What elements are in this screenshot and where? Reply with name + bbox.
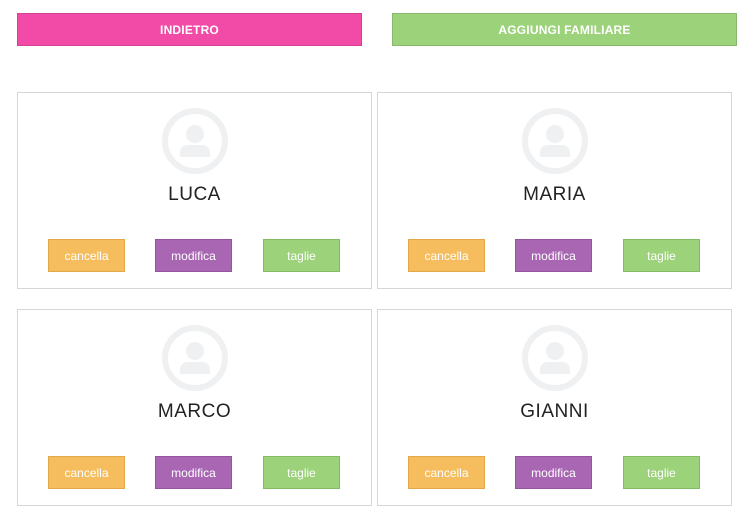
back-button[interactable]: INDIETRO bbox=[17, 13, 362, 46]
delete-button[interactable]: cancella bbox=[48, 456, 125, 489]
member-card: MARIA cancella modifica taglie bbox=[377, 92, 732, 289]
member-name: GIANNI bbox=[520, 401, 589, 422]
delete-button[interactable]: cancella bbox=[48, 239, 125, 272]
member-card: GIANNI cancella modifica taglie bbox=[377, 309, 732, 506]
user-placeholder-icon bbox=[161, 325, 228, 391]
add-family-member-button[interactable]: AGGIUNGI FAMILIARE bbox=[392, 13, 737, 46]
user-placeholder-icon bbox=[521, 108, 588, 174]
delete-button[interactable]: cancella bbox=[408, 456, 485, 489]
delete-button[interactable]: cancella bbox=[408, 239, 485, 272]
sizes-button[interactable]: taglie bbox=[623, 239, 700, 272]
member-name: MARIA bbox=[523, 184, 586, 205]
edit-button[interactable]: modifica bbox=[515, 456, 592, 489]
edit-button[interactable]: modifica bbox=[515, 239, 592, 272]
member-name: LUCA bbox=[168, 184, 221, 205]
member-card: MARCO cancella modifica taglie bbox=[17, 309, 372, 506]
sizes-button[interactable]: taglie bbox=[623, 456, 700, 489]
user-placeholder-icon bbox=[521, 325, 588, 391]
member-card: LUCA cancella modifica taglie bbox=[17, 92, 372, 289]
sizes-button[interactable]: taglie bbox=[263, 239, 340, 272]
edit-button[interactable]: modifica bbox=[155, 239, 232, 272]
family-members-page: INDIETRO AGGIUNGI FAMILIARE LUCA cancell… bbox=[0, 0, 751, 520]
member-name: MARCO bbox=[157, 401, 232, 422]
user-placeholder-icon bbox=[161, 108, 228, 174]
edit-button[interactable]: modifica bbox=[155, 456, 232, 489]
sizes-button[interactable]: taglie bbox=[263, 456, 340, 489]
